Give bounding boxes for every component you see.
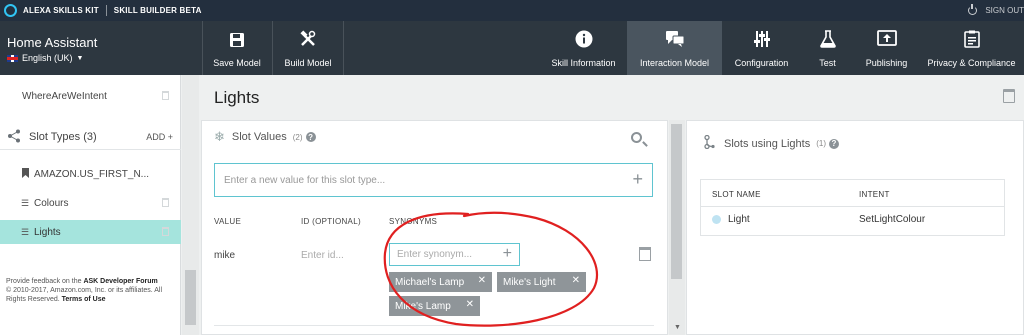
new-slot-value-input[interactable]: Enter a new value for this slot type... … bbox=[214, 163, 653, 197]
slot-value-cell[interactable]: mike bbox=[214, 250, 235, 261]
developer-forum-link[interactable]: ASK Developer Forum bbox=[83, 278, 157, 285]
slot-types-label: Slot Types (3) bbox=[29, 131, 97, 143]
page-title: Lights bbox=[214, 88, 260, 107]
alexa-skills-kit-label: ALEXA SKILLS KIT bbox=[23, 6, 99, 15]
list-icon: ☰ bbox=[20, 226, 30, 237]
scroll-down-icon[interactable]: ▼ bbox=[674, 324, 681, 331]
save-icon bbox=[229, 32, 245, 52]
slot-values-header: ❄ Slot Values (2) ? bbox=[214, 129, 316, 145]
trash-icon[interactable] bbox=[162, 91, 169, 100]
plus-icon: + bbox=[167, 132, 173, 142]
new-slot-value-placeholder: Enter a new value for this slot type... bbox=[224, 174, 386, 186]
sliders-icon bbox=[753, 30, 771, 52]
bookmark-icon bbox=[20, 168, 30, 180]
sign-out-button[interactable]: SIGN OUT bbox=[968, 0, 1024, 21]
save-model-label: Save Model bbox=[213, 58, 261, 68]
skill-information-tab[interactable]: Skill Information bbox=[541, 21, 626, 75]
header-bar: Home Assistant English (UK) ▼ Save Model… bbox=[0, 21, 1024, 75]
build-icon bbox=[299, 30, 317, 52]
language-selector[interactable]: English (UK) ▼ bbox=[7, 53, 83, 63]
sidebar-item-lights[interactable]: ☰ Lights bbox=[0, 220, 181, 244]
column-header-value: VALUE bbox=[214, 217, 242, 226]
alexa-logo-icon bbox=[4, 4, 17, 17]
language-label: English (UK) bbox=[22, 53, 73, 63]
sidebar-footer: Provide feedback on the ASK Developer Fo… bbox=[6, 277, 176, 304]
slots-using-count: (1) bbox=[816, 139, 826, 148]
interaction-model-label: Interaction Model bbox=[639, 58, 710, 68]
top-bar: ALEXA SKILLS KIT SKILL BUILDER BETA SIGN… bbox=[0, 0, 1024, 21]
main-scrollbar[interactable]: ▼ bbox=[669, 120, 685, 335]
annotation-circle bbox=[383, 211, 599, 327]
build-model-label: Build Model bbox=[284, 58, 332, 68]
trash-icon[interactable] bbox=[162, 227, 169, 236]
slot-name-cell[interactable]: Light bbox=[712, 214, 750, 225]
column-header-slot-name: SLOT NAME bbox=[712, 190, 761, 199]
info-icon bbox=[575, 30, 593, 52]
test-tab[interactable]: Test bbox=[801, 21, 854, 75]
add-label: ADD bbox=[146, 132, 166, 142]
search-icon[interactable] bbox=[631, 132, 642, 143]
slot-types-header: Slot Types (3) ADD + bbox=[0, 125, 181, 149]
help-icon[interactable]: ? bbox=[305, 132, 316, 142]
sidebar-item-label: Colours bbox=[34, 197, 69, 209]
id-input[interactable]: Enter id... bbox=[301, 250, 344, 261]
column-header-id: ID (OPTIONAL) bbox=[301, 217, 361, 226]
left-sidebar: WhereAreWeIntent Slot Types (3) ADD + AM… bbox=[0, 75, 181, 335]
skill-information-label: Skill Information bbox=[551, 58, 616, 68]
sidebar-item-label: Lights bbox=[34, 226, 61, 238]
flask-icon bbox=[819, 30, 836, 52]
privacy-compliance-label: Privacy & Compliance bbox=[927, 58, 1016, 68]
delete-slot-type-trash-icon[interactable] bbox=[1003, 89, 1015, 103]
delete-row-trash-icon[interactable] bbox=[639, 247, 651, 261]
slot-values-count: (2) bbox=[292, 132, 303, 142]
feedback-text: Provide feedback on the bbox=[6, 278, 82, 285]
table-divider bbox=[700, 206, 1005, 207]
configuration-label: Configuration bbox=[734, 58, 789, 68]
sidebar-scroll-thumb[interactable] bbox=[185, 270, 196, 325]
plus-icon[interactable]: + bbox=[632, 169, 643, 190]
caret-down-icon: ▼ bbox=[76, 54, 84, 62]
snowflake-icon: ❄ bbox=[214, 129, 225, 144]
slots-using-header: Slots using Lights (1) ? bbox=[704, 134, 839, 152]
intent-cell[interactable]: SetLightColour bbox=[859, 214, 925, 225]
branch-icon bbox=[704, 134, 715, 152]
clipboard-icon bbox=[963, 30, 980, 52]
help-icon[interactable]: ? bbox=[829, 138, 839, 149]
list-icon: ☰ bbox=[20, 197, 30, 208]
trash-icon[interactable] bbox=[162, 198, 169, 207]
sidebar-divider bbox=[0, 149, 181, 150]
chat-icon bbox=[665, 30, 685, 52]
slots-using-heading: Slots using Lights bbox=[724, 137, 811, 150]
slot-name-label: Light bbox=[728, 214, 750, 225]
interaction-model-tab[interactable]: Interaction Model bbox=[627, 21, 722, 75]
sidebar-scrollbar[interactable] bbox=[182, 75, 199, 335]
sign-out-label: SIGN OUT bbox=[985, 6, 1024, 15]
build-model-button[interactable]: Build Model bbox=[272, 21, 344, 75]
privacy-compliance-tab[interactable]: Privacy & Compliance bbox=[919, 21, 1024, 75]
slot-values-heading: Slot Values bbox=[231, 131, 287, 143]
skill-name: Home Assistant bbox=[7, 35, 98, 50]
column-header-intent: INTENT bbox=[859, 190, 890, 199]
power-icon bbox=[968, 4, 978, 15]
sidebar-item-intent[interactable]: WhereAreWeIntent bbox=[0, 84, 181, 108]
publish-icon bbox=[876, 30, 897, 52]
skill-builder-label: SKILL BUILDER BETA bbox=[113, 6, 202, 15]
save-model-button[interactable]: Save Model bbox=[202, 21, 271, 75]
test-label: Test bbox=[819, 58, 836, 68]
terms-of-use-link[interactable]: Terms of Use bbox=[62, 296, 106, 303]
configuration-tab[interactable]: Configuration bbox=[723, 21, 800, 75]
topbar-divider bbox=[105, 5, 107, 16]
sidebar-item-label: AMAZON.US_FIRST_N... bbox=[34, 168, 150, 180]
publishing-label: Publishing bbox=[865, 58, 908, 68]
slot-dot-icon bbox=[712, 215, 721, 224]
publishing-tab[interactable]: Publishing bbox=[855, 21, 918, 75]
sidebar-item-label: WhereAreWeIntent bbox=[22, 90, 107, 102]
sidebar-item-amazon-us-first-name[interactable]: AMAZON.US_FIRST_N... bbox=[0, 162, 181, 186]
add-slot-type-button[interactable]: ADD + bbox=[146, 132, 173, 142]
uk-flag-icon bbox=[7, 54, 18, 62]
slot-types-icon bbox=[7, 129, 21, 146]
main-scroll-thumb[interactable] bbox=[671, 124, 682, 279]
sidebar-item-colours[interactable]: ☰ Colours bbox=[0, 191, 181, 215]
slots-table bbox=[700, 179, 1005, 236]
